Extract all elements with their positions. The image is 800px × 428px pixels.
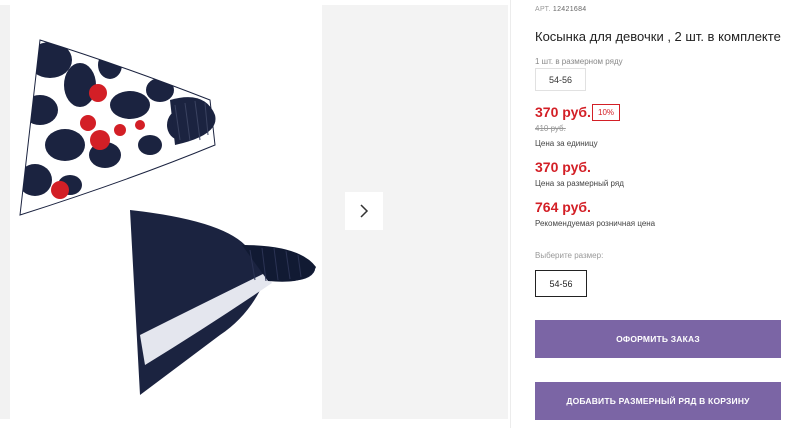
discount-badge: 10% xyxy=(592,104,621,121)
panel-divider xyxy=(510,0,511,428)
sku-line: АРТ. 12421684 xyxy=(535,6,586,13)
sku-value: 12421684 xyxy=(552,6,587,13)
size-option-button[interactable]: 54-56 xyxy=(535,270,587,297)
headband-illustration xyxy=(19,39,316,395)
product-gallery xyxy=(0,0,510,428)
next-image-button[interactable] xyxy=(345,192,383,230)
retail-price: 764 руб. xyxy=(535,199,591,215)
unit-price: 370 руб. xyxy=(535,104,591,120)
product-image[interactable] xyxy=(10,5,322,419)
unit-price-caption: Цена за единицу xyxy=(535,139,598,148)
add-to-cart-button[interactable]: ДОБАВИТЬ РАЗМЕРНЫЙ РЯД В КОРЗИНУ xyxy=(535,382,781,420)
order-button[interactable]: ОФОРМИТЬ ЗАКАЗ xyxy=(535,320,781,358)
chevron-right-icon xyxy=(360,204,369,218)
old-price: 410 руб. xyxy=(535,124,566,133)
retail-price-caption: Рекомендуемая розничная цена xyxy=(535,219,656,228)
sku-label: АРТ. xyxy=(535,6,551,13)
series-price-caption: Цена за размерный ряд xyxy=(535,179,624,188)
series-size-chip: 54-56 xyxy=(535,68,586,91)
product-title: Косынка для девочки , 2 шт. в комплекте xyxy=(535,29,781,44)
thumbnail-strip[interactable] xyxy=(0,5,10,419)
size-select-label: Выберите размер: xyxy=(535,251,604,260)
series-label: 1 шт. в размерном ряду xyxy=(535,57,623,66)
series-price: 370 руб. xyxy=(535,159,591,175)
